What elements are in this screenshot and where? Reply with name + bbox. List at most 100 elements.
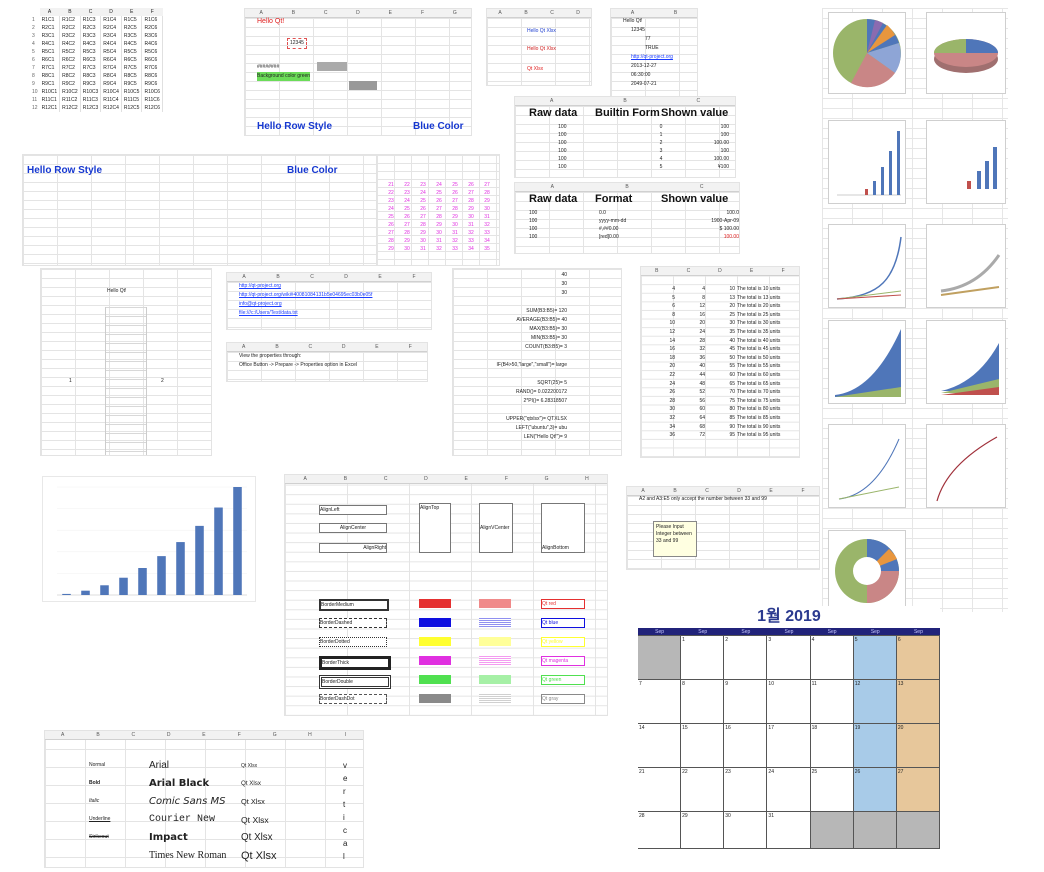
table-cell: R6C6 xyxy=(141,56,164,64)
calendar-day-cell[interactable]: 18 xyxy=(809,723,854,768)
font-color-box: Qt yellow xyxy=(541,637,585,647)
number-cell: 26 xyxy=(452,190,458,196)
calendar-day-cell[interactable]: 4 xyxy=(809,635,854,680)
scatter2-series xyxy=(936,436,998,502)
table-row: 27 28 29 30 31 32 33 xyxy=(383,229,495,237)
doc-props-line-1: View the properties through: xyxy=(239,353,302,359)
calendar-day-cell[interactable]: 15 xyxy=(680,723,725,768)
text-style-label: Normal xyxy=(89,762,106,768)
custom-header-shown: Shown value xyxy=(661,193,729,205)
calendar-day-cell[interactable]: 24 xyxy=(766,767,811,812)
calendar-day-cell[interactable]: 9 xyxy=(723,679,768,724)
table-cell: The total is 13 units xyxy=(737,294,781,301)
table-cell: R6C3 xyxy=(80,56,102,64)
valign-center-box: AlignVCenter xyxy=(479,503,513,553)
hyperlink[interactable]: file:///c:/Users/Test/data.txt xyxy=(239,309,372,318)
calendar-day-cell[interactable]: 17 xyxy=(766,723,811,768)
calendar-day-cell[interactable]: 14 xyxy=(638,723,682,768)
calendar-day-cell[interactable]: 28 xyxy=(638,811,682,849)
table-row: 18 36 50 The total is 50 units xyxy=(645,354,799,363)
calendar-day-cell[interactable] xyxy=(809,811,854,849)
align-left-box: AlignLeft xyxy=(319,505,387,515)
table-cell: 52 xyxy=(699,389,705,396)
calendar-day-cell[interactable]: 5 xyxy=(852,635,897,680)
calendar-day-cell[interactable]: 30 xyxy=(723,811,768,849)
pink-number-sheet: 21 22 23 24 25 26 27 22 23 24 25 26 27 28 23 24 25 26 27 28… xyxy=(376,154,500,266)
table-cell: R3C4 xyxy=(100,32,122,40)
table-cell: 100 xyxy=(558,140,567,146)
table-cell: R9C1 xyxy=(39,80,61,88)
table-row: 24 48 65 The total is 65 units xyxy=(645,380,799,389)
table-cell: R1C3 xyxy=(80,16,102,24)
calendar-day-cell[interactable]: 12 xyxy=(852,679,897,724)
bar-mark xyxy=(881,167,884,195)
calendar-day-cell[interactable]: 8 xyxy=(680,679,725,724)
table-row: 32 64 85 The total is 85 units xyxy=(645,414,799,423)
calendar-day-cell[interactable] xyxy=(895,811,940,849)
merge-center-block xyxy=(105,307,147,455)
calendar-day-cell[interactable]: 29 xyxy=(680,811,725,849)
calendar-day-cell[interactable]: 3 xyxy=(766,635,811,680)
calendar-day-cell[interactable] xyxy=(638,635,682,680)
pattern-swatch xyxy=(479,618,511,627)
formula-result: 2*PI()= 6.28318507 xyxy=(523,398,567,404)
calendar-day-cell[interactable]: 25 xyxy=(809,767,854,812)
hyperlink[interactable]: http://qt-project.org/wiki#40081084131b5… xyxy=(239,291,372,300)
calendar-day-cell[interactable]: 16 xyxy=(723,723,768,768)
table-row: 7 R7C1 R7C2 R7C3 R7C4 R7C5 R7C6 xyxy=(30,64,164,72)
font-name-label: Comic Sans MS xyxy=(149,796,226,807)
calendar-day-cell[interactable]: 21 xyxy=(638,767,682,812)
calendar-day-cell[interactable]: 26 xyxy=(852,767,897,812)
calendar-day-cell[interactable]: 2 xyxy=(723,635,768,680)
calendar-day-cell[interactable]: 10 xyxy=(766,679,811,724)
calendar-day-cell[interactable]: 23 xyxy=(723,767,768,812)
align-left-label: AlignLeft xyxy=(320,507,340,513)
calendar-day-cell[interactable]: 19 xyxy=(852,723,897,768)
table-cell: 100.0 xyxy=(726,210,739,216)
line-chart-graphic xyxy=(836,236,902,300)
table-cell: 34 xyxy=(669,423,675,430)
bar xyxy=(100,585,109,595)
hyperlink[interactable]: http://qt-project.org xyxy=(239,282,372,291)
table-cell: R3C2 xyxy=(59,32,81,40)
font-color-box: Qt green xyxy=(541,675,585,685)
hyperlink[interactable]: info@qt-project.org xyxy=(239,300,372,309)
table-cell: R12C6 xyxy=(141,104,164,112)
calendar-day-cell[interactable]: 27 xyxy=(895,767,940,812)
number-cell: 22 xyxy=(388,190,394,196)
row-number: 2 xyxy=(32,25,35,31)
calendar-day-cell[interactable]: 1 xyxy=(680,635,725,680)
formula-result: LEN("Hello Qt!")= 9 xyxy=(523,434,567,440)
area3d-chart-thumb xyxy=(926,320,1006,404)
table-row: 10 R10C1 R10C2 R10C3 R10C4 R10C5 R10C6 xyxy=(30,88,164,96)
table-cell: 50 xyxy=(729,354,735,361)
number-cell: 30 xyxy=(468,214,474,220)
value-cell: 77 xyxy=(645,36,651,42)
number-cell: 32 xyxy=(452,238,458,244)
calendar-day-cell[interactable] xyxy=(852,811,897,849)
number-cell: 29 xyxy=(436,222,442,228)
bar xyxy=(157,556,166,595)
table-cell: 28 xyxy=(669,397,675,404)
table-cell: R12C3 xyxy=(80,104,102,112)
table-cell: 0 xyxy=(659,124,663,130)
validation-note: A2 and A3:E5 only accept the number betw… xyxy=(639,496,767,502)
number-cell: 12345 xyxy=(287,38,307,49)
calendar-day-cell[interactable]: 7 xyxy=(638,679,682,724)
calendar-day-cell[interactable]: 6 xyxy=(895,635,940,680)
pattern-swatch xyxy=(479,656,511,665)
calendar-day-cell[interactable]: 13 xyxy=(895,679,940,724)
calendar-day-cell[interactable]: 11 xyxy=(809,679,854,724)
table-row: 12 24 35 The total is 35 units xyxy=(645,328,799,337)
table-row: 24 25 26 27 28 29 30 xyxy=(383,205,495,213)
table-cell: R2C6 xyxy=(141,24,164,32)
table-row: 6 12 20 The total is 20 units xyxy=(645,302,799,311)
calendar-day-cell[interactable]: 31 xyxy=(766,811,811,849)
table-cell: R6C2 xyxy=(59,56,81,64)
calendar-day-cell[interactable]: 20 xyxy=(895,723,940,768)
calendar-day-cell[interactable]: 22 xyxy=(680,767,725,812)
bar xyxy=(138,568,147,595)
hyperlinks-col-headers: ABCDEF xyxy=(227,273,431,282)
table-cell: 14 xyxy=(669,337,675,344)
number-cell: 25 xyxy=(388,214,394,220)
